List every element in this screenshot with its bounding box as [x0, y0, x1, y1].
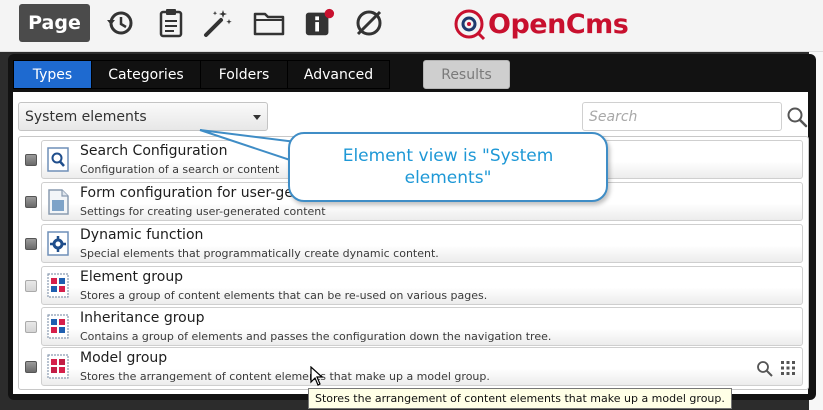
callout-pointer [199, 129, 297, 164]
element-description: Stores the arrangement of content elemen… [80, 370, 490, 383]
clipboard-icon[interactable] [155, 7, 187, 39]
opencms-logo: OpenCms [452, 6, 632, 42]
select-checkbox[interactable] [25, 238, 37, 250]
element-title: Element group [80, 269, 184, 285]
element-card[interactable]: Inheritance group Contains a group of el… [41, 307, 803, 346]
element-title: Dynamic function [80, 227, 204, 243]
element-view-value: System elements [25, 108, 147, 125]
tab-categories[interactable]: Categories [92, 61, 201, 88]
page-button[interactable]: Page [19, 4, 90, 42]
select-checkbox[interactable] [25, 361, 37, 373]
tab-folders[interactable]: Folders [201, 61, 288, 88]
element-card[interactable]: Element group Stores a group of content … [41, 266, 803, 305]
folder-icon[interactable] [253, 7, 285, 39]
block-icon[interactable] [353, 7, 385, 39]
model-group-icon [47, 354, 71, 380]
search-input[interactable] [582, 102, 782, 131]
dynamic-function-icon [47, 231, 71, 257]
mouse-cursor-icon [310, 366, 324, 386]
callout-text: Element view is "System elements" [342, 146, 554, 188]
element-description: Stores a group of content elements that … [80, 289, 488, 302]
callout-annotation: Element view is "System elements" [288, 132, 608, 202]
tab-advanced[interactable]: Advanced [288, 61, 389, 88]
element-card[interactable]: Dynamic function Special elements that p… [41, 224, 803, 263]
search-icon[interactable] [786, 106, 808, 128]
element-title: Model group [80, 350, 168, 366]
select-checkbox[interactable] [25, 154, 37, 166]
results-button[interactable]: Results [423, 60, 510, 89]
list-item: Inheritance group Contains a group of el… [23, 307, 803, 346]
element-description: Settings for creating user-generated con… [80, 205, 326, 218]
tooltip: Stores the arrangement of content elemen… [308, 388, 732, 409]
list-item: Element group Stores a group of content … [23, 266, 803, 305]
element-group-icon [47, 273, 71, 299]
preview-icon[interactable] [756, 360, 774, 382]
search-config-icon [47, 147, 71, 173]
element-title: Inheritance group [80, 310, 205, 326]
form-config-icon [47, 189, 71, 215]
inheritance-group-icon [47, 314, 71, 340]
logo-text: OpenCms [488, 8, 629, 40]
element-view-select[interactable]: System elements [18, 102, 268, 131]
select-checkbox[interactable] [25, 280, 37, 292]
list-item: Model group Stores the arrangement of co… [23, 347, 803, 386]
select-checkbox[interactable] [25, 196, 37, 208]
logo-mark-icon [454, 9, 486, 41]
tab-types[interactable]: Types [14, 61, 92, 88]
wand-icon[interactable] [201, 7, 233, 39]
select-checkbox[interactable] [25, 321, 37, 333]
drag-handle-icon[interactable] [780, 360, 796, 382]
element-description: Special elements that programmatically c… [80, 247, 439, 260]
top-toolbar: Page OpenCms [0, 0, 823, 52]
element-card[interactable]: Model group Stores the arrangement of co… [41, 347, 803, 386]
element-description: Contains a group of elements and passes … [80, 330, 552, 343]
list-item: Dynamic function Special elements that p… [23, 224, 803, 263]
info-icon[interactable] [303, 7, 335, 39]
tab-bar: Types Categories Folders Advanced [13, 60, 390, 89]
row-tools [756, 360, 796, 382]
chevron-down-icon [253, 115, 261, 120]
history-icon[interactable] [104, 7, 136, 39]
